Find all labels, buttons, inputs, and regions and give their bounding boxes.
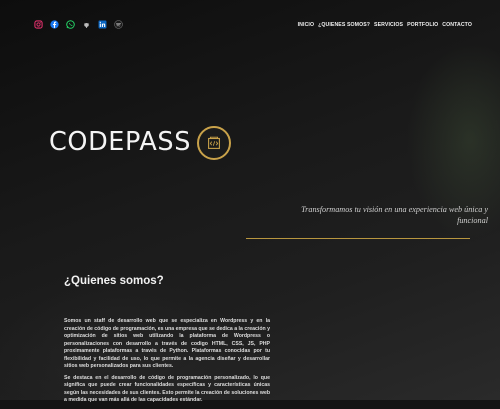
spotify-icon[interactable] [114,20,123,29]
top-bar: INICIO ¿QUIENES SOMOS? SERVICIOS PORTFOL… [0,20,500,32]
instagram-icon[interactable] [34,20,43,29]
facebook-icon[interactable] [50,20,59,29]
logo-emblem-icon [197,126,231,160]
about-paragraph-1: Somos un staff de desarrollo web que se … [64,318,270,370]
about-paragraph-2: Se destaca en el desarrollo de código de… [64,374,270,404]
github-icon[interactable] [82,20,91,29]
nav-portfolio[interactable]: PORTFOLIO [407,22,438,28]
whatsapp-icon[interactable] [66,20,75,29]
nav-quienes-somos[interactable]: ¿QUIENES SOMOS? [318,22,370,28]
nav-contacto[interactable]: CONTACTO [442,22,472,28]
logo-text: CODEPASS [49,127,191,158]
main-nav: INICIO ¿QUIENES SOMOS? SERVICIOS PORTFOL… [298,22,472,28]
divider-line [246,238,470,239]
nav-servicios[interactable]: SERVICIOS [374,22,403,28]
about-title: ¿Quienes somos? [64,275,164,287]
nav-inicio[interactable]: INICIO [298,22,314,28]
site-logo[interactable]: CODEPASS [49,126,231,160]
social-links [34,20,123,29]
hero-tagline: Transformamos tu visión en una experienc… [301,205,488,225]
about-body: Somos un staff de desarrollo web que se … [64,318,270,409]
linkedin-icon[interactable] [98,20,107,29]
